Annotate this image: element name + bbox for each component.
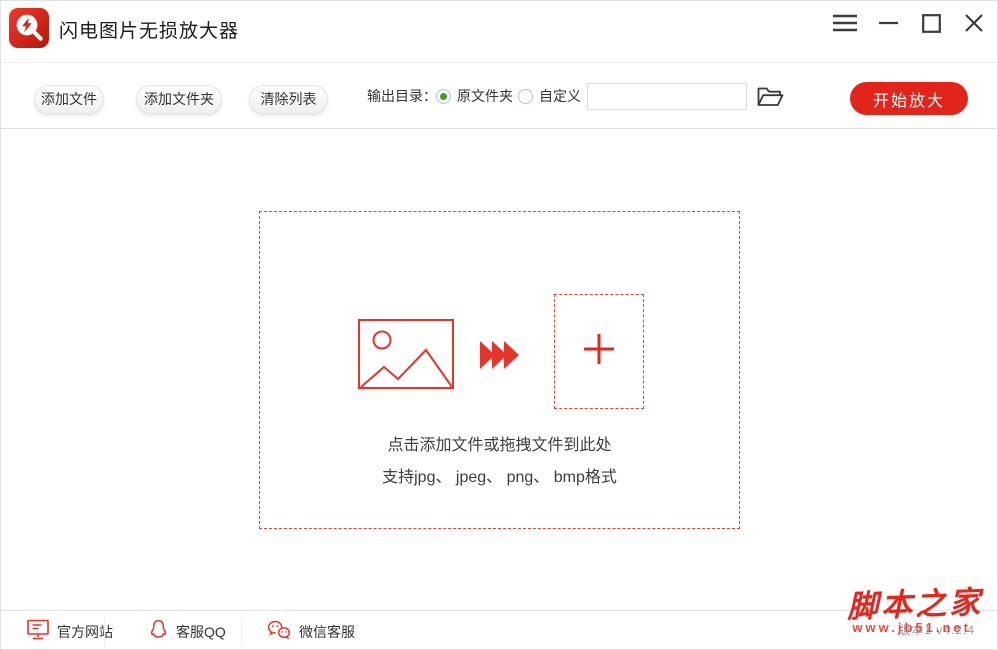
minimize-icon[interactable] bbox=[875, 10, 901, 36]
app-logo-icon bbox=[9, 8, 49, 48]
output-dir-label: 输出目录： bbox=[367, 88, 437, 104]
footer-link-label: 微信客服 bbox=[299, 623, 355, 640]
radio-custom-folder[interactable]: 自定义 bbox=[518, 63, 581, 129]
official-website-link[interactable]: 官方网站 bbox=[27, 611, 113, 649]
app-title: 闪电图片无损放大器 bbox=[59, 21, 240, 42]
watermark-site-url: www.jb51.net bbox=[852, 620, 971, 635]
add-target-box[interactable] bbox=[554, 294, 644, 409]
watermark-site-name: 脚本之家 bbox=[846, 584, 984, 626]
radio-label: 自定义 bbox=[539, 88, 581, 104]
title-bar: 闪电图片无损放大器 bbox=[1, 1, 997, 63]
footer-link-label: 客服QQ bbox=[176, 623, 226, 640]
clear-list-button[interactable]: 清除列表 bbox=[249, 85, 328, 114]
add-file-button[interactable]: 添加文件 bbox=[34, 85, 104, 114]
fast-forward-icon bbox=[480, 341, 522, 374]
radio-button-icon[interactable] bbox=[518, 88, 533, 104]
folder-open-icon bbox=[756, 87, 784, 112]
footer-divider bbox=[241, 617, 242, 646]
qq-support-link[interactable]: 客服QQ bbox=[149, 611, 226, 649]
radio-original-folder[interactable]: 原文件夹 bbox=[436, 63, 513, 129]
wechat-support-link[interactable]: 微信客服 bbox=[267, 611, 355, 649]
footer-divider bbox=[104, 617, 105, 646]
add-folder-button[interactable]: 添加文件夹 bbox=[136, 85, 222, 114]
radio-button-icon[interactable] bbox=[436, 88, 451, 104]
radio-label: 原文件夹 bbox=[457, 88, 513, 104]
maximize-icon[interactable] bbox=[918, 10, 944, 36]
plus-icon bbox=[583, 333, 615, 370]
image-placeholder-icon bbox=[358, 319, 454, 394]
monitor-icon bbox=[27, 619, 49, 645]
window-controls bbox=[832, 9, 987, 37]
start-enlarge-button[interactable]: 开始放大 bbox=[850, 82, 968, 115]
toolbar: 添加文件 添加文件夹 清除列表 输出目录： 原文件夹 自定义 开始放大 bbox=[1, 63, 997, 129]
menu-icon[interactable] bbox=[832, 10, 858, 36]
app-window: 闪电图片无损放大器 添加文件 添加文件夹 清除列表 输出目录： 原文件夹 自定义… bbox=[0, 0, 998, 650]
browse-folder-button[interactable] bbox=[755, 85, 785, 110]
dropzone-hint-formats: 支持jpg、 jpeg、 png、 bmp格式 bbox=[382, 469, 617, 486]
qq-icon bbox=[149, 618, 168, 645]
dropzone-hint-primary: 点击添加文件或拖拽文件到此处 bbox=[387, 437, 612, 454]
output-path-input[interactable] bbox=[587, 83, 747, 110]
wechat-icon bbox=[267, 619, 291, 645]
close-icon[interactable] bbox=[961, 10, 987, 36]
